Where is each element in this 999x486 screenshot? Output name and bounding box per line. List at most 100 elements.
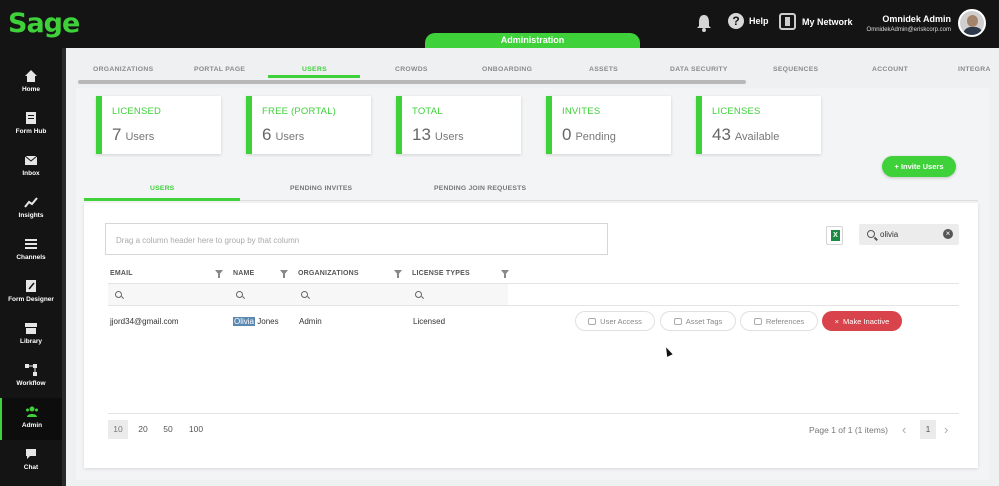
sidebar-item-label: Chat bbox=[23, 464, 39, 471]
prev-page-icon[interactable]: ‹ bbox=[902, 422, 906, 437]
sidebar-item-home[interactable]: Home bbox=[0, 62, 62, 104]
stat-free-portal: FREE (PORTAL) 6 Users bbox=[246, 96, 371, 154]
stat-title: LICENSES bbox=[712, 106, 761, 117]
tabs-scrollbar[interactable] bbox=[78, 80, 746, 84]
sidebar-item-label: Admin bbox=[21, 422, 43, 429]
subtab-users[interactable]: USERS bbox=[150, 185, 174, 192]
cell-organization: Admin bbox=[299, 317, 322, 326]
section-title: Administration bbox=[425, 33, 640, 48]
next-page-icon[interactable]: › bbox=[944, 422, 948, 437]
column-search-icon[interactable] bbox=[236, 291, 243, 298]
sidebar-item-library[interactable]: Library bbox=[0, 314, 62, 356]
sidebar-item-label: Library bbox=[19, 338, 43, 345]
sidebar-item-label: Home bbox=[21, 86, 41, 93]
stat-unit: Users bbox=[275, 131, 305, 143]
tab-account[interactable]: ACCOUNT bbox=[872, 66, 908, 73]
sidebar-item-chat[interactable]: Chat bbox=[0, 440, 62, 482]
column-search-icon[interactable] bbox=[415, 291, 422, 298]
stat-value: 43 bbox=[712, 125, 731, 144]
page-size-10[interactable]: 10 bbox=[108, 420, 128, 439]
home-icon bbox=[25, 70, 37, 82]
filter-icon[interactable] bbox=[394, 270, 402, 278]
column-header-name[interactable]: NAME bbox=[233, 270, 254, 277]
network-icon bbox=[779, 13, 796, 30]
page-size-50[interactable]: 50 bbox=[159, 420, 177, 439]
filter-icon[interactable] bbox=[280, 270, 288, 278]
subtab-pending-invites[interactable]: PENDING INVITES bbox=[290, 185, 352, 192]
search-input[interactable]: olivia × bbox=[859, 224, 959, 245]
column-header-organizations[interactable]: ORGANIZATIONS bbox=[298, 270, 359, 277]
references-label: References bbox=[765, 316, 805, 326]
group-by-panel[interactable]: Drag a column header here to group by th… bbox=[105, 223, 608, 255]
user-name: Omnidek Admin bbox=[882, 14, 951, 24]
column-search-icon[interactable] bbox=[301, 291, 308, 298]
my-network-button[interactable]: My Network bbox=[779, 13, 853, 30]
sidebar-item-insights[interactable]: Insights bbox=[0, 188, 62, 230]
stat-title: INVITES bbox=[562, 106, 601, 117]
user-access-button[interactable]: User Access bbox=[575, 311, 655, 331]
avatar[interactable] bbox=[958, 9, 986, 37]
tab-users[interactable]: USERS bbox=[302, 66, 327, 73]
current-page-button[interactable]: 1 bbox=[920, 420, 936, 439]
clear-search-icon[interactable]: × bbox=[943, 229, 953, 239]
tab-integrations[interactable]: INTEGRA bbox=[958, 66, 991, 73]
stat-value: 0 bbox=[562, 125, 572, 144]
sidebar-item-admin[interactable]: Admin bbox=[0, 398, 62, 440]
insights-icon bbox=[24, 197, 38, 208]
tab-assets[interactable]: ASSETS bbox=[589, 66, 618, 73]
column-header-email[interactable]: EMAIL bbox=[110, 270, 133, 277]
help-button[interactable]: ? Help bbox=[728, 13, 769, 29]
export-excel-icon[interactable] bbox=[826, 226, 843, 245]
asset-tags-label: Asset Tags bbox=[685, 316, 723, 326]
references-button[interactable]: References bbox=[740, 311, 818, 331]
tab-onboarding[interactable]: ONBOARDING bbox=[482, 66, 532, 73]
filter-icon[interactable] bbox=[215, 270, 223, 278]
cell-email: jjord34@gmail.com bbox=[110, 317, 179, 326]
help-icon: ? bbox=[728, 13, 744, 29]
inbox-icon bbox=[24, 155, 38, 165]
form-hub-icon bbox=[26, 112, 36, 124]
stat-title: LICENSED bbox=[112, 106, 162, 117]
sidebar-item-inbox[interactable]: Inbox bbox=[0, 146, 62, 188]
page-size-20[interactable]: 20 bbox=[134, 420, 152, 439]
tab-organizations[interactable]: ORGANIZATIONS bbox=[93, 66, 153, 73]
tag-icon bbox=[673, 317, 682, 325]
subtab-pending-join-requests[interactable]: PENDING JOIN REQUESTS bbox=[434, 185, 526, 192]
tab-data-security[interactable]: DATA SECURITY bbox=[670, 66, 728, 73]
make-inactive-button[interactable]: × Make Inactive bbox=[822, 311, 902, 331]
admin-icon bbox=[26, 406, 38, 417]
column-header-license-types[interactable]: LICENSE TYPES bbox=[412, 270, 470, 277]
tab-sequences[interactable]: SEQUENCES bbox=[773, 66, 818, 73]
column-search-icon[interactable] bbox=[115, 291, 122, 298]
filter-icon[interactable] bbox=[501, 270, 509, 278]
page-size-100[interactable]: 100 bbox=[184, 420, 208, 439]
invite-users-button[interactable]: + Invite Users bbox=[882, 156, 956, 177]
filter-row-divider bbox=[108, 305, 959, 306]
sidebar-item-label: Workflow bbox=[16, 380, 46, 387]
help-label: Help bbox=[749, 16, 769, 26]
active-tab-indicator bbox=[268, 75, 360, 78]
stat-value: 7 bbox=[112, 125, 122, 144]
user-access-icon bbox=[588, 317, 597, 325]
bell-icon[interactable] bbox=[695, 13, 713, 33]
sidebar-item-form-designer[interactable]: Form Designer bbox=[0, 272, 62, 314]
sidebar-item-label: Insights bbox=[18, 212, 44, 219]
library-icon bbox=[25, 323, 37, 334]
user-info[interactable]: Omnidek Admin OmnidekAdmin@eriskcorp.com bbox=[867, 14, 951, 33]
make-inactive-label: Make Inactive bbox=[843, 316, 890, 326]
asset-tags-button[interactable]: Asset Tags bbox=[660, 311, 736, 331]
sidebar-item-channels[interactable]: Channels bbox=[0, 230, 62, 272]
sidebar-item-form-hub[interactable]: Form Hub bbox=[0, 104, 62, 146]
tab-portal-page[interactable]: PORTAL PAGE bbox=[194, 66, 245, 73]
search-highlight: Olivia bbox=[233, 317, 256, 326]
chat-icon bbox=[26, 449, 36, 459]
stat-unit: Pending bbox=[575, 131, 616, 143]
tab-crowds[interactable]: CROWDS bbox=[395, 66, 428, 73]
references-icon bbox=[753, 317, 762, 325]
channels-icon bbox=[25, 239, 37, 249]
active-subtab-indicator bbox=[84, 198, 240, 201]
sidebar-item-workflow[interactable]: Workflow bbox=[0, 356, 62, 398]
sage-logo[interactable]: Sage bbox=[8, 8, 80, 39]
stat-unit: Available bbox=[734, 131, 780, 143]
stat-title: TOTAL bbox=[412, 106, 443, 117]
